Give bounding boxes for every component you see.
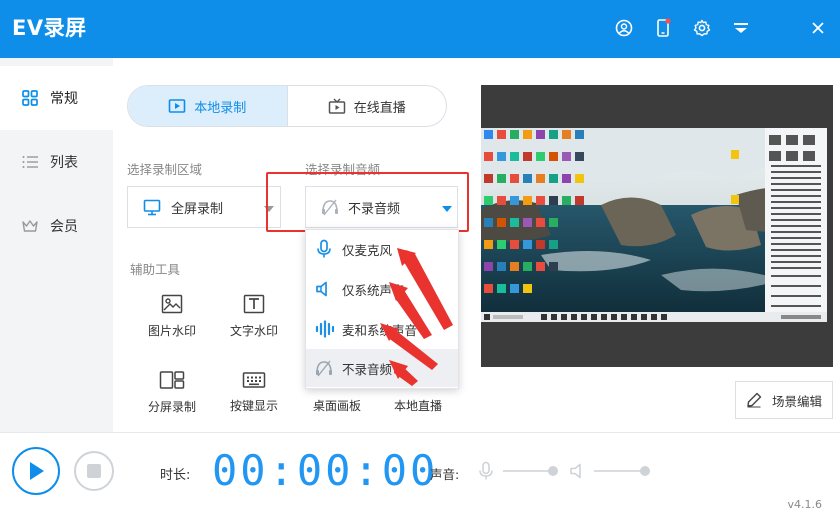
tool-text-watermark[interactable]: 文字水印 (214, 294, 294, 338)
speaker-icon (569, 462, 585, 480)
image-icon (161, 294, 183, 314)
tool-label: 桌面画板 (312, 399, 361, 413)
audio-option-mic-only[interactable]: 仅麦克风 (306, 230, 458, 268)
tab-local-record[interactable]: 本地录制 (128, 86, 287, 126)
local-record-icon (168, 98, 186, 114)
tab-label: 在线直播 (353, 100, 406, 116)
scene-edit-label: 场景编辑 (771, 393, 822, 409)
chevron-down-icon (442, 206, 452, 212)
tool-split-screen[interactable]: 分屏录制 (132, 370, 212, 414)
mic-volume-slider[interactable] (503, 470, 553, 472)
text-icon (243, 294, 265, 314)
tab-label: 本地录制 (194, 100, 247, 116)
record-audio-label: 选择录制音频 (305, 162, 381, 177)
tool-image-watermark[interactable]: 图片水印 (132, 294, 212, 338)
sidebar-item-list[interactable]: 列表 (0, 130, 113, 194)
no-audio-icon (320, 197, 340, 217)
tool-label: 文字水印 (229, 324, 278, 338)
screen-preview (481, 85, 833, 367)
stop-record-button[interactable] (74, 451, 114, 491)
audio-option-none[interactable]: 不录音频 (306, 349, 458, 387)
phone-icon[interactable] (650, 15, 676, 41)
scene-edit-button[interactable]: 场景编辑 (735, 381, 833, 419)
chevron-down-icon (264, 206, 274, 212)
tools-label: 辅助工具 (130, 262, 181, 277)
tool-label: 本地直播 (393, 399, 442, 413)
record-audio-value: 不录音频 (348, 201, 401, 217)
sidebar-item-label: 常规 (50, 91, 78, 107)
record-audio-select[interactable]: 不录音频 (305, 186, 458, 228)
record-area-value: 全屏录制 (171, 201, 224, 217)
split-screen-icon (159, 370, 185, 390)
tool-label: 分屏录制 (147, 400, 196, 414)
desktop-screenshot (481, 85, 833, 367)
sidebar-item-label: 列表 (50, 155, 78, 171)
close-icon[interactable] (805, 15, 831, 41)
audio-option-label: 不录音频 (342, 361, 393, 377)
audio-dropdown-menu: 仅麦克风 仅系统声音 麦和系统声音 不录音频 (305, 229, 459, 389)
tool-label: 按键显示 (229, 399, 278, 413)
tool-label: 图片水印 (147, 324, 196, 338)
mic-volume-knob[interactable] (548, 466, 558, 476)
audio-option-label: 麦和系统声音 (342, 322, 418, 338)
mode-tabs: 本地录制 在线直播 (127, 85, 447, 127)
speaker-icon (314, 279, 334, 299)
microphone-icon (314, 239, 334, 259)
no-audio-icon (314, 358, 334, 378)
sidebar-item-label: 会员 (50, 219, 78, 235)
system-volume-slider[interactable] (594, 470, 646, 472)
system-volume-knob[interactable] (640, 466, 650, 476)
soundwave-icon (314, 319, 334, 339)
audio-option-system-only[interactable]: 仅系统声音 (306, 270, 458, 308)
volume-label: 声音: (430, 467, 460, 482)
menu-icon[interactable] (728, 15, 754, 41)
sidebar-item-member[interactable]: 会员 (0, 194, 113, 258)
tab-online-live[interactable]: 在线直播 (286, 86, 447, 126)
tv-icon (328, 98, 346, 115)
gear-icon[interactable] (689, 15, 715, 41)
record-area-label: 选择录制区域 (127, 162, 203, 177)
version-label: v4.1.6 (787, 498, 823, 511)
user-icon[interactable] (611, 15, 637, 41)
edit-icon (746, 392, 762, 408)
play-icon (26, 460, 46, 482)
audio-option-mic-and-system[interactable]: 麦和系统声音 (306, 310, 458, 348)
record-area-select[interactable]: 全屏录制 (127, 186, 281, 228)
record-timer: 00:00:00 (212, 446, 439, 495)
start-record-button[interactable] (12, 447, 60, 495)
keyboard-icon (242, 370, 266, 389)
list-icon (20, 152, 40, 172)
grid-icon (20, 88, 40, 108)
app-title: EV录屏 (12, 16, 87, 40)
stop-icon (87, 464, 101, 478)
tool-keystroke-display[interactable]: 按键显示 (214, 370, 294, 414)
crown-icon (20, 216, 40, 236)
title-bar: EV录屏 (0, 0, 840, 58)
sidebar: 常规 列表 会员 (0, 58, 113, 432)
audio-option-label: 仅麦克风 (342, 242, 393, 258)
sidebar-item-general[interactable]: 常规 (0, 66, 113, 130)
audio-option-label: 仅系统声音 (342, 282, 405, 298)
microphone-icon (478, 461, 494, 481)
monitor-icon (143, 199, 161, 216)
duration-label: 时长: (160, 468, 191, 483)
